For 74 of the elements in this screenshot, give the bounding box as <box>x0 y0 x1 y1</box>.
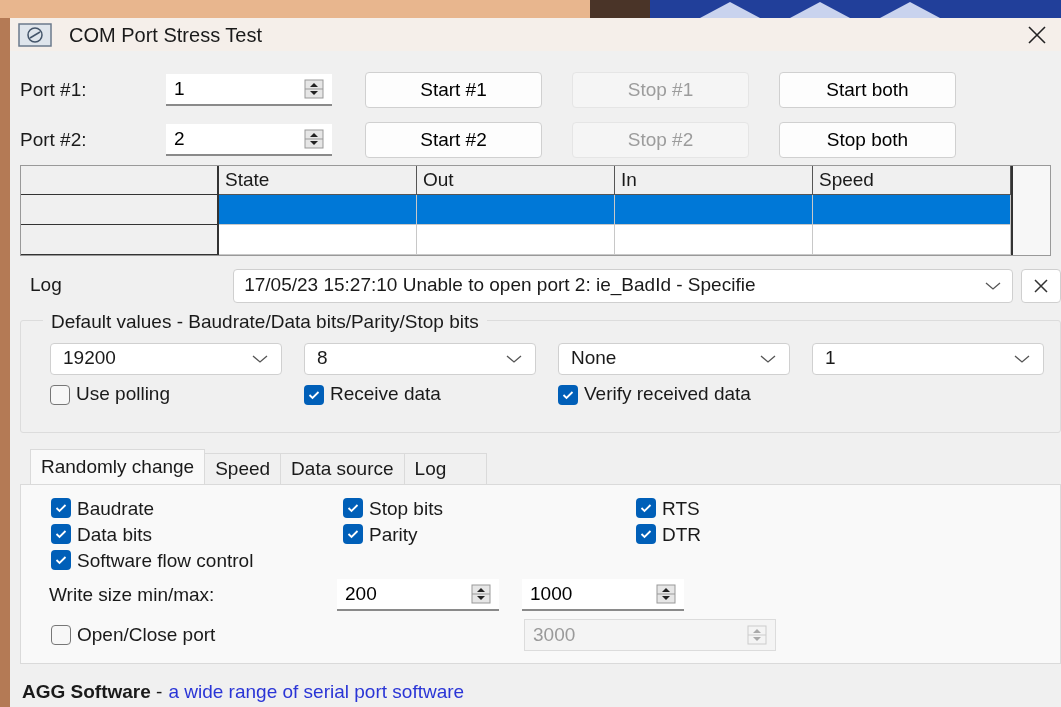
checkbox-label: DTR <box>662 524 702 544</box>
checkbox-label: Stop bits <box>369 498 443 518</box>
checkbox-label: RTS <box>662 498 700 518</box>
action-button[interactable]: Stop both <box>779 122 956 159</box>
action-button[interactable]: Start #2 <box>365 122 542 159</box>
chevron-down-icon <box>984 280 1003 291</box>
checkbox[interactable] <box>51 498 71 519</box>
checkbox-label: Receive data <box>330 382 441 407</box>
spin-arrows-icon[interactable] <box>304 129 324 150</box>
checkbox-label: Baudrate <box>77 498 155 518</box>
checkbox[interactable] <box>343 524 363 545</box>
checkbox-label: Parity <box>369 524 418 544</box>
spin-field[interactable]: 200 <box>337 579 499 612</box>
checkmark-icon <box>347 529 359 540</box>
checkbox[interactable] <box>304 384 324 405</box>
column-header[interactable]: Speed <box>813 166 1011 196</box>
column-header[interactable]: State <box>219 166 417 196</box>
dropdown[interactable]: 8 <box>304 342 536 375</box>
checkbox[interactable] <box>51 524 71 545</box>
checkbox[interactable] <box>343 498 363 519</box>
port-label: Port #1: <box>20 77 88 102</box>
window-title: COM Port Stress Test <box>69 22 262 48</box>
app-icon <box>18 22 52 47</box>
checkbox-label: Data bits <box>77 524 152 544</box>
checkbox-label: Verify received data <box>584 382 751 407</box>
tab[interactable]: Speed <box>205 453 282 485</box>
chevron-down-icon <box>759 353 777 364</box>
checkbox-label: Software flow control <box>77 550 254 570</box>
dropdown[interactable]: 19200 <box>50 342 282 375</box>
checkbox[interactable] <box>51 625 71 646</box>
checkbox[interactable] <box>558 384 578 405</box>
close-icon[interactable] <box>1027 24 1047 45</box>
close-icon <box>1033 277 1050 294</box>
checkmark-icon <box>562 389 574 400</box>
spin-arrows-icon[interactable] <box>656 584 676 605</box>
checkmark-icon <box>640 529 652 540</box>
checkbox-label: Use polling <box>76 382 170 407</box>
spin-field[interactable]: 2 <box>166 124 332 157</box>
port-label: Port #2: <box>20 127 88 152</box>
checkbox[interactable] <box>50 384 70 405</box>
checkbox[interactable] <box>636 498 656 519</box>
checkmark-icon <box>55 529 67 540</box>
checkbox[interactable] <box>51 550 71 571</box>
checkmark-icon <box>640 503 652 514</box>
chevron-down-icon <box>1013 353 1031 364</box>
checkmark-icon <box>55 555 67 566</box>
column-header[interactable]: Out <box>417 166 615 196</box>
action-button[interactable]: Start both <box>779 72 956 109</box>
dropdown[interactable]: None <box>558 342 790 375</box>
log-label: Log <box>30 273 63 298</box>
dropdown[interactable]: 1 <box>812 342 1044 375</box>
row-header[interactable] <box>21 195 219 226</box>
action-button[interactable]: Start #1 <box>365 72 542 109</box>
checkmark-icon <box>308 389 320 400</box>
spin-field[interactable]: 1 <box>166 74 332 107</box>
spin-arrows-icon[interactable] <box>304 79 324 100</box>
checkmark-icon <box>347 503 359 514</box>
checkbox[interactable] <box>636 524 656 545</box>
spin-arrows-icon[interactable] <box>471 584 491 605</box>
tab[interactable]: Randomly change <box>30 449 206 485</box>
tab[interactable]: Data source <box>281 453 405 485</box>
checkmark-icon <box>55 503 67 514</box>
footer-text: AGG Software - <box>22 680 163 705</box>
chevron-down-icon <box>251 353 269 364</box>
spin-field[interactable]: 1000 <box>522 579 684 612</box>
chevron-down-icon <box>505 353 523 364</box>
clear-log-button[interactable] <box>1021 268 1061 303</box>
tab[interactable]: Log <box>404 453 488 485</box>
write-size-label: Write size min/max: <box>49 582 216 607</box>
footer-link[interactable]: a wide range of serial port software <box>168 678 465 707</box>
column-header[interactable]: In <box>615 166 813 196</box>
checkbox-label: Open/Close port <box>77 622 216 647</box>
log-dropdown[interactable]: 17/05/23 15:27:10 Unable to open port 2: ie_BadId - Specifie <box>233 268 1014 303</box>
row-header[interactable] <box>21 225 219 255</box>
